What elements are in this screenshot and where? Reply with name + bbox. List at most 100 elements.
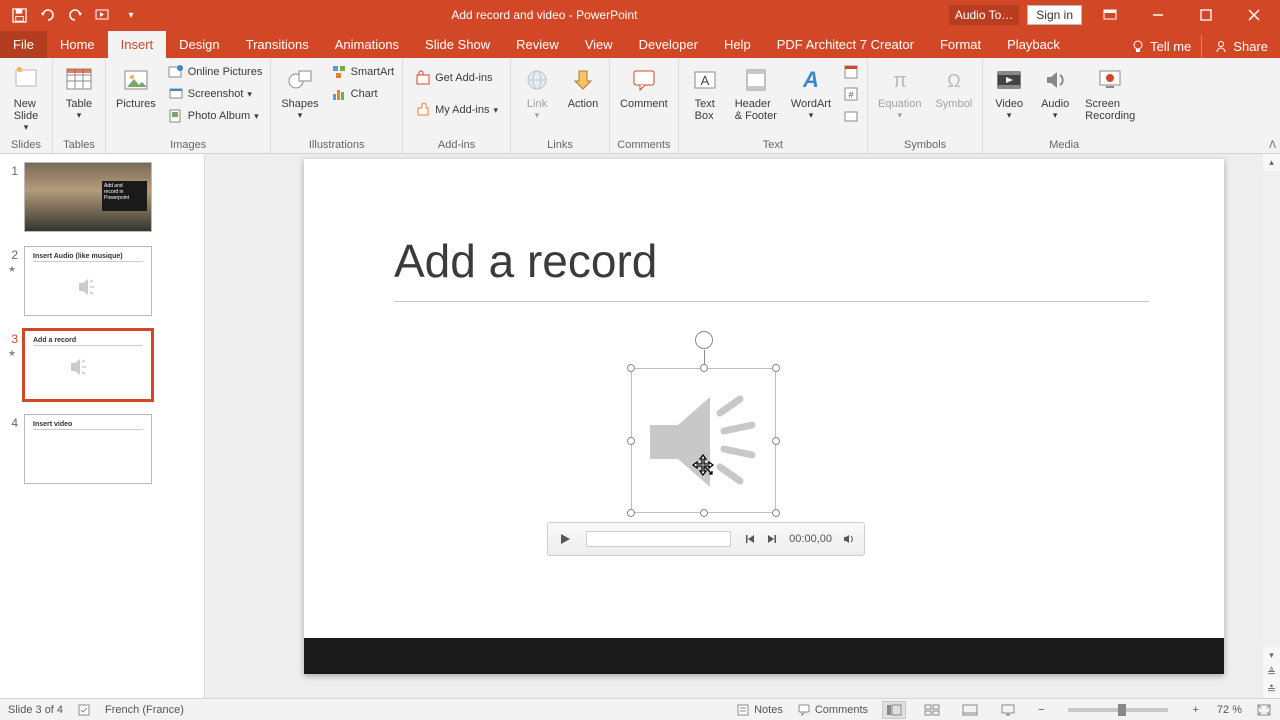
sign-in-button[interactable]: Sign in [1027,5,1082,25]
language-indicator[interactable]: French (France) [105,704,184,716]
slide-editor[interactable]: Add a record [205,154,1280,698]
resize-handle[interactable] [627,509,635,517]
shapes-button[interactable]: Shapes ▾ [275,62,324,123]
resize-handle[interactable] [772,364,780,372]
pictures-button[interactable]: Pictures [110,62,162,112]
resize-handle[interactable] [772,509,780,517]
slideshow-view-button[interactable] [996,701,1020,719]
seek-track[interactable] [586,531,731,547]
resize-handle[interactable] [627,437,635,445]
zoom-level[interactable]: 72 % [1217,704,1242,716]
tab-review[interactable]: Review [503,31,572,58]
svg-text:A: A [700,73,709,88]
zoom-in-button[interactable]: + [1188,704,1202,716]
tab-slideshow[interactable]: Slide Show [412,31,503,58]
minimize-icon[interactable] [1138,0,1178,30]
resize-handle[interactable] [700,364,708,372]
textbox-button[interactable]: A Text Box [683,62,727,124]
slide-thumbnails-panel: 1 Add andrecord inPowerpoint 2★ Insert A… [0,154,205,698]
notes-button[interactable]: Notes [736,703,783,717]
tab-view[interactable]: View [572,31,626,58]
thumbnail-2[interactable]: 2★ Insert Audio (like musique) [6,246,198,316]
thumbnail-4[interactable]: 4 Insert video [6,414,198,484]
wordart-button[interactable]: A WordArt▾ [785,62,837,123]
spellcheck-icon[interactable] [77,703,91,717]
collapse-ribbon-icon[interactable]: ᐱ [1269,140,1276,151]
comment-button[interactable]: Comment [614,62,674,112]
zoom-slider[interactable] [1068,708,1168,712]
tab-design[interactable]: Design [166,31,232,58]
tab-pdf-architect[interactable]: PDF Architect 7 Creator [764,31,927,58]
resize-handle[interactable] [772,437,780,445]
slide-number-icon: # [843,86,859,102]
lightbulb-icon [1131,40,1145,54]
tab-help[interactable]: Help [711,31,764,58]
chart-button[interactable]: Chart [327,84,398,104]
get-addins-button[interactable]: Get Add-ins [411,68,502,88]
group-images: Pictures Online Pictures Screenshot ▾ Ph… [106,58,271,153]
qat-more-icon[interactable]: ▾ [122,6,140,24]
start-from-beginning-icon[interactable] [94,6,112,24]
zoom-out-button[interactable]: − [1034,704,1048,716]
video-button[interactable]: Video▾ [987,62,1031,123]
slide-position[interactable]: Slide 3 of 4 [8,704,63,716]
tell-me-search[interactable]: Tell me [1121,35,1201,58]
screen-recording-icon [1094,64,1126,96]
slide-canvas[interactable]: Add a record [304,159,1224,674]
prev-slide-icon[interactable]: ≜ [1263,664,1280,681]
photo-album-button[interactable]: Photo Album ▾ [164,106,267,126]
audio-object[interactable] [631,368,776,513]
thumbnail-1[interactable]: 1 Add andrecord inPowerpoint [6,162,198,232]
slide-sorter-view-button[interactable] [920,701,944,719]
ribbon-display-options-icon[interactable] [1090,0,1130,30]
smartart-button[interactable]: SmartArt [327,62,398,82]
normal-view-button[interactable] [882,701,906,719]
fit-to-window-button[interactable] [1256,703,1272,717]
next-slide-icon[interactable]: ≛ [1263,681,1280,698]
resize-handle[interactable] [627,364,635,372]
save-icon[interactable] [10,6,28,24]
table-button[interactable]: Table ▾ [57,62,101,123]
tab-playback[interactable]: Playback [994,31,1073,58]
share-button[interactable]: Share [1201,35,1280,58]
my-addins-button[interactable]: My Add-ins ▾ [411,100,502,120]
audio-icon [1039,64,1071,96]
tab-animations[interactable]: Animations [322,31,412,58]
volume-button[interactable] [840,530,858,548]
tab-home[interactable]: Home [47,31,108,58]
header-footer-button[interactable]: Header & Footer [729,62,783,124]
equation-icon: π [884,64,916,96]
undo-icon[interactable] [38,6,56,24]
contextual-tab-label: Audio To… [949,5,1019,25]
tab-file[interactable]: File [0,31,47,58]
tab-transitions[interactable]: Transitions [233,31,322,58]
new-slide-button[interactable]: New Slide ▾ [4,62,48,135]
action-button[interactable]: Action [561,62,605,112]
slide-title[interactable]: Add a record [394,234,657,288]
screen-recording-button[interactable]: Screen Recording [1079,62,1141,124]
object-button[interactable] [839,106,863,126]
comments-button[interactable]: Comments [797,703,868,717]
scroll-up-icon[interactable]: ▴ [1263,154,1280,171]
skip-back-button[interactable] [741,530,759,548]
audio-button[interactable]: Audio▾ [1033,62,1077,123]
screenshot-button[interactable]: Screenshot ▾ [164,84,267,104]
vertical-scrollbar[interactable]: ▴ ▾ ≜ ≛ [1263,154,1280,698]
play-button[interactable] [554,528,576,550]
close-icon[interactable] [1234,0,1274,30]
tab-bar: File Home Insert Design Transitions Anim… [0,30,1280,58]
resize-handle[interactable] [700,509,708,517]
maximize-icon[interactable] [1186,0,1226,30]
work-area: 1 Add andrecord inPowerpoint 2★ Insert A… [0,154,1280,698]
tab-insert[interactable]: Insert [108,31,167,58]
thumbnail-3[interactable]: 3★ Add a record [6,330,198,400]
tab-developer[interactable]: Developer [626,31,711,58]
skip-forward-button[interactable] [763,530,781,548]
slide-number-button[interactable]: # [839,84,863,104]
online-pictures-button[interactable]: Online Pictures [164,62,267,82]
scroll-down-icon[interactable]: ▾ [1263,647,1280,664]
date-time-button[interactable] [839,62,863,82]
reading-view-button[interactable] [958,701,982,719]
rotate-handle[interactable] [695,331,713,349]
tab-format[interactable]: Format [927,31,994,58]
